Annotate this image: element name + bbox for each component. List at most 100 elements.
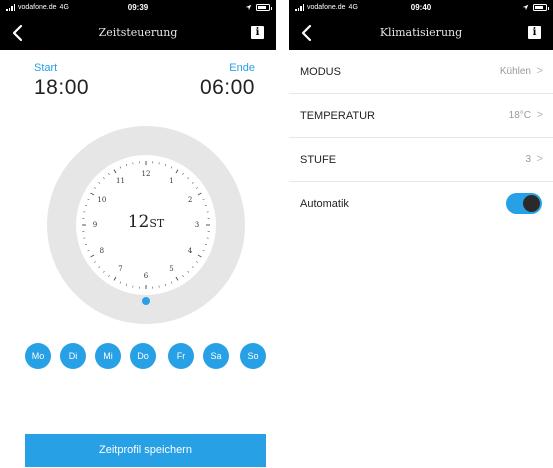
clock-tick [119,281,122,284]
clock-tick [197,192,202,196]
day-button-sa[interactable]: Sa [203,343,229,369]
page-title: Zeitsteuerung [98,26,178,39]
clock-tick [164,283,167,286]
clock-tick [182,173,184,176]
clock-tick [85,243,88,246]
clock-tick [175,276,179,281]
status-bar: vodafone.de 4G 09:39 [0,0,276,16]
clock-tick [197,254,202,258]
day-button-fr[interactable]: Fr [168,343,194,369]
save-profile-button[interactable]: Zeitprofil speichern [25,434,266,467]
clock-tick [202,249,205,252]
end-label: Ende [229,62,255,74]
start-label: Start [34,62,58,74]
battery-icon [533,4,549,11]
info-icon[interactable]: i [528,26,541,39]
start-time[interactable]: 18:00 [34,76,89,100]
clock-hour-label: 7 [118,265,123,274]
clock-tick [98,181,101,184]
setting-row-modus[interactable]: MODUS Kühlen > [289,50,553,94]
status-time: 09:39 [127,3,149,12]
clock-tick [125,283,128,286]
clock-tick [187,270,190,273]
clock-tick [202,198,205,201]
clock-tick [113,169,117,174]
clock-hour-label: 4 [187,246,193,255]
clock-tick [191,266,194,269]
duration-unit: ST [149,217,165,230]
clock-hour-label: 10 [97,195,107,204]
clock-tick [195,261,198,263]
info-icon[interactable]: i [251,26,264,39]
nav-bar: Zeitsteuerung i [0,16,276,50]
zeitsteuerung-screen: vodafone.de 4G 09:39 Zeitsteuerung i Sta… [0,0,276,468]
clock-handle[interactable] [142,297,150,305]
clock-face: 12 1 2 3 4 5 6 7 8 9 10 11 12ST [76,155,216,295]
clock-tick [182,274,184,277]
row-label: MODUS [300,66,341,78]
clock-tick [119,166,122,169]
page-title: Klimatisierung [379,26,463,39]
battery-icon [256,4,272,11]
day-button-mi[interactable]: Mi [95,343,121,369]
setting-row-temperatur[interactable]: TEMPERATUR 18°C > [289,94,553,138]
day-button-so[interactable]: So [240,343,266,369]
clock-tick [113,276,117,281]
toggle-knob [523,195,540,212]
status-time: 09:40 [410,3,432,12]
weekday-selector: Mo Di Mi Do Fr Sa So [0,343,276,369]
clock-tick [108,173,110,176]
day-button-do[interactable]: Do [130,343,156,369]
setting-row-stufe[interactable]: STUFE 3 > [289,138,553,182]
clock-hour-label: 6 [143,272,149,280]
clock-tick [187,177,190,180]
chevron-right-icon: > [536,65,543,77]
clock-tick [125,164,128,167]
clock-tick [164,164,167,167]
location-icon [245,4,252,11]
clock-tick [175,169,179,174]
day-button-di[interactable]: Di [60,343,86,369]
clock-tick [170,281,173,284]
duration-label: 12ST [76,212,216,232]
clock-tick [85,204,88,207]
clock-tick [108,274,110,277]
clock-tick [204,243,207,246]
clock-tick [170,166,173,169]
chevron-right-icon: > [536,153,543,165]
row-label: STUFE [300,154,337,166]
clock-hour-label: 8 [99,246,105,255]
clock-tick [94,187,97,189]
row-value: Kühlen [499,66,531,77]
end-time[interactable]: 06:00 [200,76,255,100]
clock-hour-label: 2 [187,195,193,204]
clock-dial[interactable]: 12 1 2 3 4 5 6 7 8 9 10 11 12ST [47,126,245,324]
clock-tick [191,181,194,184]
clock-hour-label: 12 [141,170,151,178]
status-bar: vodafone.de 4G 09:40 [289,0,553,16]
klimatisierung-screen: vodafone.de 4G 09:40 Klimatisierung i MO… [289,0,553,468]
clock-hour-label: 11 [116,176,125,185]
clock-tick [195,187,198,189]
automatik-toggle[interactable] [506,193,542,214]
clock-tick [102,270,105,273]
location-icon [522,4,529,11]
clock-tick [204,204,207,207]
clock-tick [87,249,90,252]
time-range: Start 18:00 Ende 06:00 [0,50,276,110]
day-button-mo[interactable]: Mo [25,343,51,369]
clock-tick [94,261,97,263]
clock-hour-label: 5 [169,265,174,274]
clock-tick [90,254,95,258]
clock-tick [87,198,90,201]
row-value: 3 [525,154,531,165]
clock-tick [102,177,105,180]
clock-hour-label: 1 [169,176,174,185]
duration-number: 12 [127,212,150,232]
row-label: Automatik [300,198,349,210]
clock-tick [98,266,101,269]
row-label: TEMPERATUR [300,110,375,122]
row-value: 18°C [508,110,531,121]
chevron-right-icon: > [536,109,543,121]
nav-bar: Klimatisierung i [289,16,553,50]
